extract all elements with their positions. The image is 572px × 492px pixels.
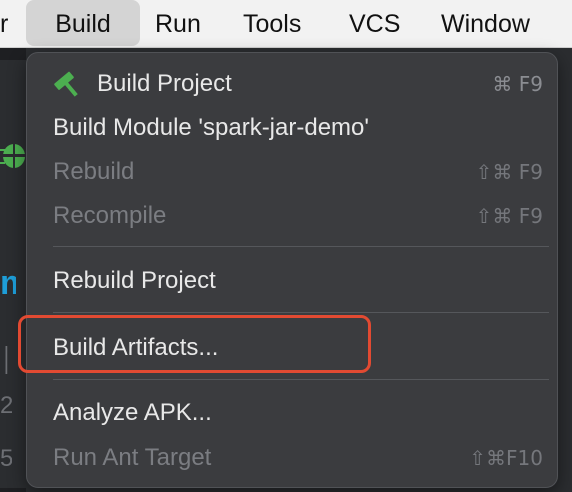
- build-menu-dropdown: Build Project ⌘ F9 Build Module 'spark-j…: [26, 52, 558, 488]
- menu-bar: r Build Run Tools VCS Window: [0, 0, 572, 48]
- menu-item-shortcut: ⇧⌘ F9: [475, 204, 543, 228]
- menu-item-label: Recompile: [53, 202, 167, 229]
- menu-item-label: Run Ant Target: [53, 444, 212, 471]
- menubar-item-build[interactable]: Build: [26, 0, 140, 46]
- menu-item-rebuild[interactable]: Rebuild ⇧⌘ F9: [27, 152, 557, 192]
- menubar-item-tools[interactable]: Tools: [243, 0, 301, 48]
- bug-icon[interactable]: [0, 138, 26, 172]
- gutter-glyph: 5: [0, 445, 12, 472]
- menu-item-label: Build Module 'spark-jar-demo': [53, 114, 369, 141]
- menu-item-build-project[interactable]: Build Project ⌘ F9: [27, 64, 557, 104]
- menu-item-label: Rebuild: [53, 158, 135, 185]
- menu-separator: [53, 379, 549, 380]
- menu-item-build-module[interactable]: Build Module 'spark-jar-demo': [27, 108, 557, 148]
- hammer-icon: [53, 70, 83, 98]
- menu-item-run-ant-target[interactable]: Run Ant Target ⇧⌘F10: [27, 438, 557, 478]
- menu-separator: [53, 312, 549, 313]
- menubar-item-run[interactable]: Run: [155, 0, 201, 48]
- menu-item-analyze-apk[interactable]: Analyze APK...: [27, 393, 557, 433]
- menu-item-recompile[interactable]: Recompile ⇧⌘ F9: [27, 196, 557, 236]
- menu-item-label: Build Project: [97, 70, 232, 97]
- gutter-glyph: │: [0, 346, 12, 373]
- menubar-item-window[interactable]: Window: [441, 0, 530, 48]
- menu-item-rebuild-project[interactable]: Rebuild Project: [27, 261, 557, 301]
- menubar-item-vcs[interactable]: VCS: [349, 0, 400, 48]
- menu-item-shortcut: ⇧⌘ F9: [475, 160, 543, 184]
- gutter-glyph: 2: [0, 392, 12, 419]
- menu-item-shortcut: ⇧⌘F10: [469, 446, 543, 470]
- highlight-annotation-box: [18, 315, 371, 373]
- menu-item-label: Analyze APK...: [53, 399, 212, 426]
- screen: m │ 2 5 r Build Run Tools VCS Window Bui…: [0, 0, 572, 492]
- menubar-item-partial[interactable]: r: [0, 0, 18, 48]
- menu-item-shortcut: ⌘ F9: [492, 72, 543, 96]
- menu-separator: [53, 246, 549, 247]
- menu-item-label: Rebuild Project: [53, 267, 216, 294]
- maven-icon[interactable]: m: [0, 265, 16, 301]
